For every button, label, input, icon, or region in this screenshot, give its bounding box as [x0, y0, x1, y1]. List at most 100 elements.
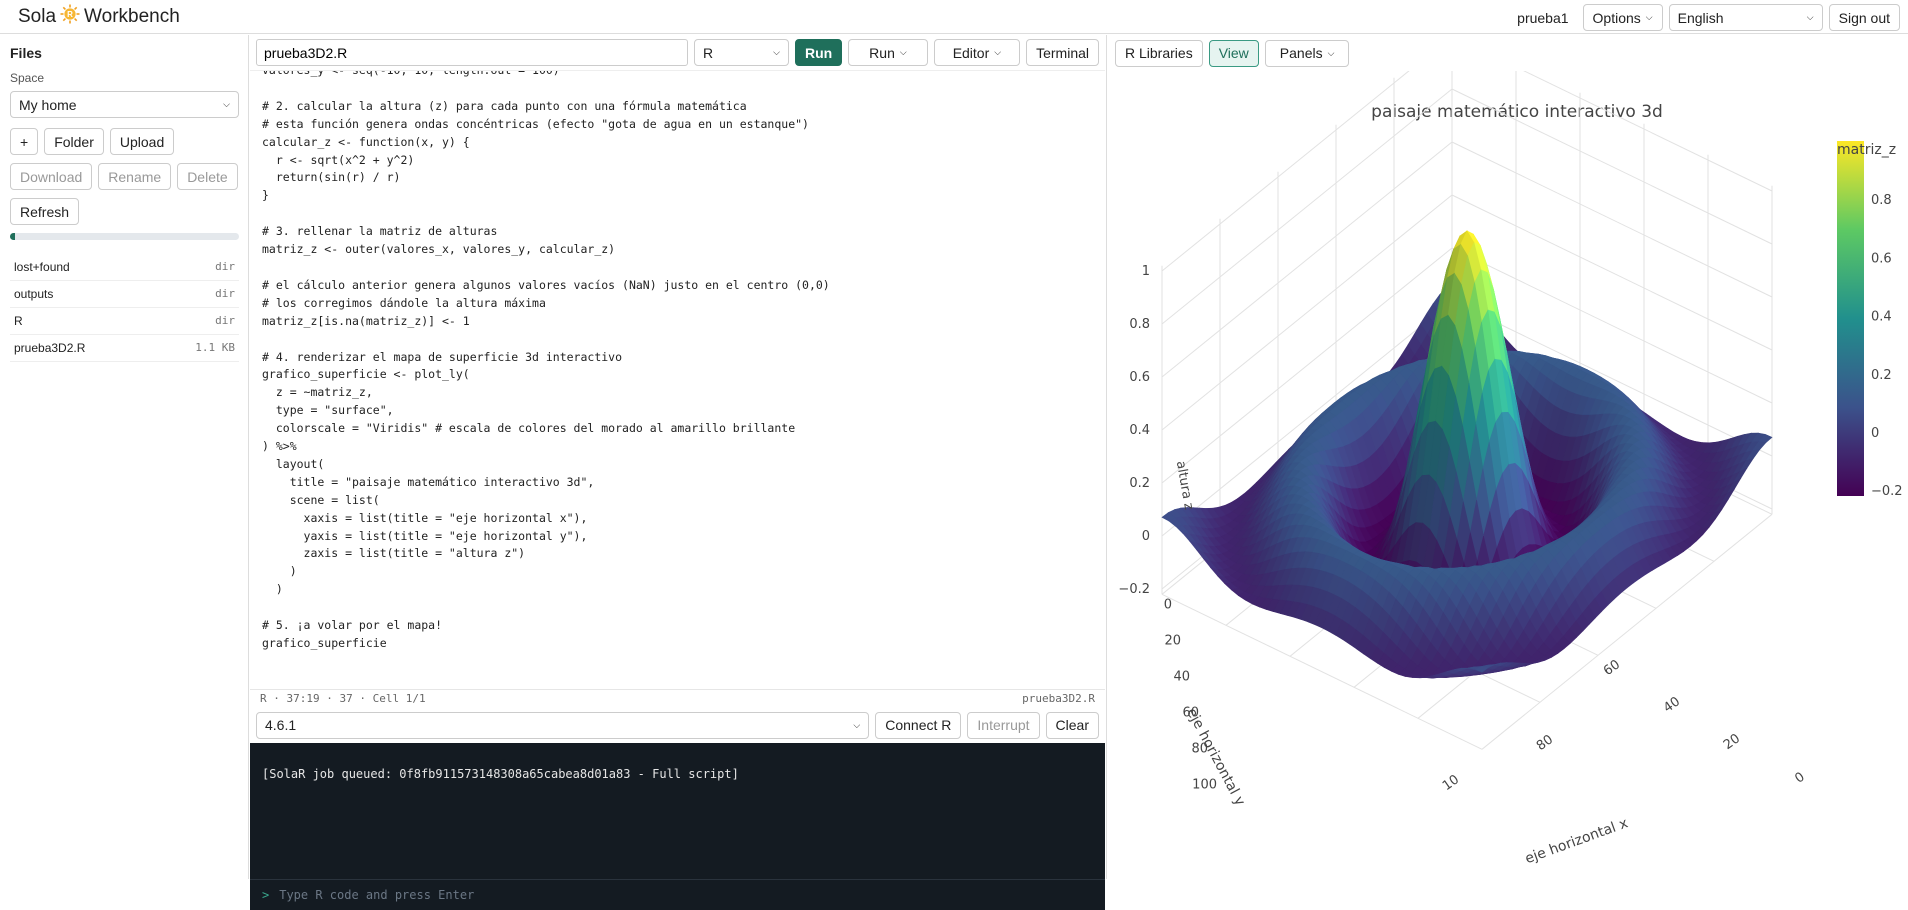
run-menu-button[interactable]: Run ⌵ [848, 39, 928, 66]
code-line: # esta función genera ondas concéntricas… [262, 116, 809, 131]
code-line: zaxis = list(title = "altura z") [262, 546, 526, 561]
files-title: Files [10, 45, 42, 61]
z-tick-label: 0.8 [1129, 317, 1150, 332]
run-button[interactable]: Run [794, 39, 843, 66]
editor-pane: R⌵ Run Run⌵ Editor⌵ Terminal valores_y <… [250, 35, 1105, 910]
list-item[interactable]: Rdir [10, 308, 239, 335]
code-line: title = "paisaje matemático interactivo … [262, 474, 595, 489]
code-line: xaxis = list(title = "eje horizontal x")… [262, 510, 588, 525]
brand-name-right: Workbench [84, 5, 180, 27]
language-mode-select[interactable]: R ⌵ [694, 39, 789, 66]
download-button[interactable]: Download [10, 163, 93, 190]
x-tick-label: 0 [1792, 770, 1807, 787]
sign-out-button[interactable]: Sign out [1828, 4, 1900, 31]
console-input-placeholder: Type R code and press Enter [279, 888, 475, 902]
add-button[interactable]: + [10, 128, 39, 155]
chevron-down-icon: ⌵ [1806, 12, 1814, 22]
y-tick-label: 40 [1173, 669, 1190, 684]
console-input[interactable]: > Type R code and press Enter [250, 879, 1105, 910]
chevron-down-icon: ⌵ [223, 99, 230, 109]
r-version-select[interactable]: 4.6.1 ⌵ [256, 711, 870, 739]
code-line: yaxis = list(title = "eje horizontal y")… [262, 528, 588, 543]
grid-line [1451, 141, 1773, 298]
storage-progress-bar [10, 233, 239, 240]
connect-r-button[interactable]: Connect R [875, 711, 962, 739]
grid-line [1161, 141, 1453, 378]
code-line: ) %>% [262, 439, 297, 454]
terminal-button[interactable]: Terminal [1026, 39, 1099, 66]
interrupt-button[interactable]: Interrupt [967, 711, 1040, 739]
z-tick-label: 0 [1142, 529, 1150, 544]
z-tick-label: 1 [1142, 264, 1150, 279]
console-output: [SolaR job queued: 0f8fb911573148308a65c… [250, 743, 1105, 879]
console-prompt: > [262, 888, 270, 902]
colorbar: matriz_z 0.8 0.6 0.4 0.2 0 −0.2 [1837, 141, 1903, 499]
z-tick-label: 0.6 [1129, 370, 1150, 385]
editor-menu-button[interactable]: Editor ⌵ [933, 39, 1021, 66]
brand-logo[interactable]: Sola R Workbench [18, 4, 180, 30]
panels-button[interactable]: Panels ⌵ [1264, 39, 1350, 67]
clear-button[interactable]: Clear [1045, 711, 1099, 739]
viewer-pane: R Libraries View Panels ⌵ paisaje matemát… [1106, 35, 1908, 879]
code-line: # el cálculo anterior genera algunos val… [262, 277, 830, 292]
code-line: # 2. calcular la altura (z) para cada pu… [262, 98, 747, 113]
refresh-button[interactable]: Refresh [10, 198, 80, 225]
chevron-down-icon: ⌵ [773, 47, 780, 57]
upload-button[interactable]: Upload [109, 128, 175, 155]
file-list: lost+found dir outputs dir Rdir prueba3D2.… [10, 254, 239, 362]
code-line: ) [262, 564, 297, 579]
x-axis-title: eje horizontal x [1523, 815, 1630, 867]
top-bar: Sola R Workbench prueba1 Options ⌵ Englis… [0, 0, 1908, 34]
status-filename: prueba3D2.R [1022, 692, 1095, 705]
code-line: ) [262, 582, 283, 597]
code-line: matriz_z <- outer(valores_x, valores_y, … [262, 242, 616, 257]
z-tick-label: 0.2 [1129, 476, 1150, 491]
x-tick-label: 80 [1534, 732, 1556, 754]
language-select[interactable]: English ⌵ [1668, 4, 1823, 31]
list-item[interactable]: lost+found dir [10, 254, 239, 281]
code-editor[interactable]: valores_y <- seq(-10, 10, length.out = 1… [250, 71, 1105, 689]
z-axis-title: altura z [1173, 460, 1196, 511]
username: prueba1 [1517, 9, 1569, 26]
x-tick-label: 40 [1661, 694, 1683, 716]
colorbar-tick-label: 0.2 [1871, 368, 1892, 383]
delete-button[interactable]: Delete [177, 163, 238, 190]
space-select[interactable]: My home ⌵ [10, 91, 239, 118]
code-line: scene = list( [262, 492, 380, 507]
filename-input[interactable] [256, 39, 689, 66]
code-line: matriz_z[is.na(matriz_z)] <- 1 [262, 313, 470, 328]
code-line: z = ~matriz_z, [262, 385, 373, 400]
y-tick-label: 20 [1164, 633, 1181, 648]
surface-plot[interactable]: paisaje matemático interactivo 3d 10.80.… [1107, 71, 1907, 879]
code-line: valores_y <- seq(-10, 10, length.out = 1… [262, 71, 830, 80]
r-libraries-button[interactable]: R Libraries [1115, 39, 1203, 67]
list-item[interactable]: prueba3D2.R 1.1 KB [10, 335, 239, 362]
code-line: } [262, 188, 269, 203]
editor-status-bar: R · 37:19 · 37 · Cell 1/1 prueba3D2.R [250, 689, 1105, 707]
view-button[interactable]: View [1208, 39, 1259, 67]
code-line: grafico_superficie [262, 636, 387, 650]
colorbar-tick-label: 0.6 [1871, 251, 1892, 266]
rename-button[interactable]: Rename [98, 163, 172, 190]
y-axis-title: eje horizontal y [1183, 706, 1248, 809]
chevron-down-icon: ⌵ [1645, 12, 1653, 22]
code-line: # 4. renderizar el mapa de superficie 3d… [262, 349, 623, 364]
colorbar-tick-label: 0 [1871, 426, 1879, 441]
colorbar-tick-label: 0.8 [1871, 193, 1892, 208]
x-tick-label: 20 [1721, 731, 1743, 753]
y-tick-label: 100 [1192, 777, 1217, 792]
options-button[interactable]: Options ⌵ [1582, 4, 1663, 31]
folder-button[interactable]: Folder [44, 128, 104, 155]
space-label: Space [10, 71, 45, 85]
chevron-down-icon: ⌵ [994, 47, 1002, 57]
code-line: type = "surface", [262, 403, 394, 418]
console-toolbar: 4.6.1 ⌵ Connect R Interrupt Clear [250, 707, 1105, 743]
console-output-line: [SolaR job queued: 0f8fb911573148308a65c… [262, 767, 739, 781]
z-tick-label: 0.4 [1129, 423, 1150, 438]
editor-toolbar: R⌵ Run Run⌵ Editor⌵ Terminal [250, 35, 1105, 71]
colorbar-gradient [1837, 141, 1864, 496]
sun-logo-icon: R [60, 4, 80, 30]
list-item[interactable]: outputs dir [10, 281, 239, 308]
